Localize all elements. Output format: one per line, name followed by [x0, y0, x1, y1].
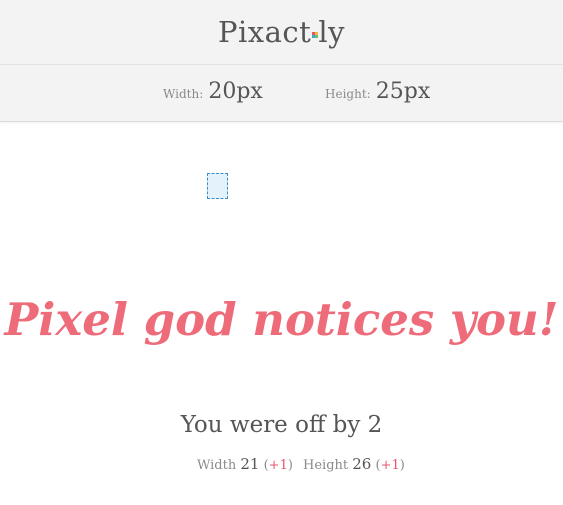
app-header: Pixact ly [0, 0, 563, 65]
drawn-rectangle[interactable] [207, 173, 228, 199]
target-width: Width: 20px [163, 79, 263, 104]
result-width-label: Width [197, 458, 237, 473]
target-width-value: 20px [208, 79, 263, 104]
target-height-value: 25px [375, 79, 431, 104]
result-summary: You were off by 2 [180, 412, 383, 438]
target-height: Height: 25px [325, 79, 430, 104]
result-width-value: 21 [240, 455, 260, 473]
logo-pixel-icon [312, 32, 319, 38]
result-width-delta: (+1) [263, 458, 293, 473]
target-width-label: Width: [163, 87, 204, 101]
result-height-delta: (+1) [375, 458, 405, 473]
target-dimensions-bar: Width: 20px Height: 25px [0, 65, 563, 122]
app-logo[interactable]: Pixact ly [0, 12, 563, 52]
result-height: Height 26 (+1) [303, 455, 405, 473]
result-width: Width 21 (+1) [197, 455, 293, 473]
target-height-label: Height: [325, 87, 371, 101]
logo-prefix: Pixact [218, 15, 312, 49]
logo-suffix: ly [318, 15, 345, 49]
result-headline: Pixel god notices you! [4, 293, 559, 346]
result-height-value: 26 [352, 455, 372, 473]
result-height-label: Height [303, 458, 349, 473]
